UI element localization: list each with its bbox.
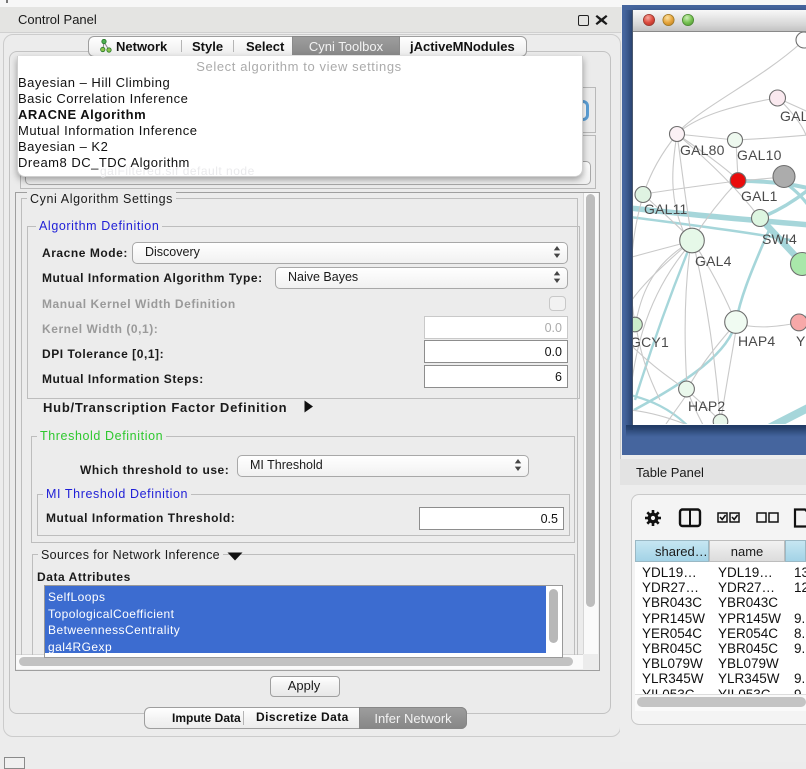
- svg-text:GAL4: GAL4: [695, 253, 732, 269]
- svg-text:GAL2: GAL2: [780, 108, 806, 124]
- svg-text:GAL1: GAL1: [741, 188, 778, 204]
- svg-text:GAL80: GAL80: [680, 142, 725, 158]
- svg-text:SWI4: SWI4: [762, 231, 797, 247]
- svg-text:GCY1: GCY1: [633, 334, 669, 350]
- svg-text:YP: YP: [796, 333, 806, 349]
- svg-text:HAP2: HAP2: [688, 398, 725, 414]
- svg-text:HAP4: HAP4: [738, 333, 775, 349]
- svg-text:GAL10: GAL10: [737, 147, 782, 163]
- svg-text:GAL11: GAL11: [644, 201, 688, 217]
